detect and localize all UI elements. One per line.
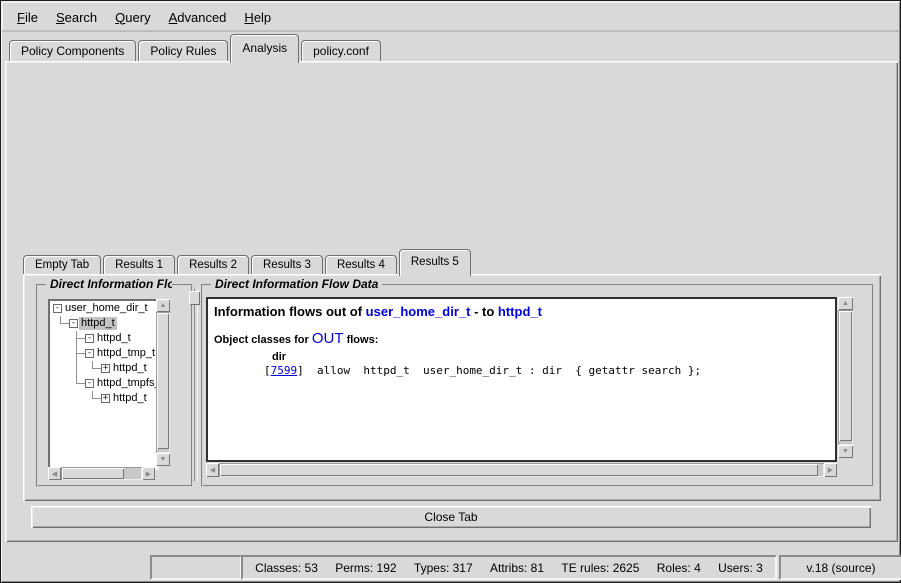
tab-results-5[interactable]: Results 5 (399, 249, 471, 276)
tree-toggle-icon[interactable]: + (101, 364, 110, 373)
flow-heading: Information flows out of user_home_dir_t… (214, 304, 835, 319)
tree-data-sash[interactable] (194, 289, 198, 481)
rule-body: allow httpd_t user_home_dir_t : dir { ge… (304, 364, 701, 377)
flow-heading-mid: - to (474, 304, 494, 319)
stat-types: Types: 317 (414, 561, 473, 575)
results-tab-bar: Empty Tab Results 1 Results 2 Results 3 … (23, 252, 473, 276)
rule-bracket: [ (264, 364, 271, 377)
policy-stats: Classes: 53 Perms: 192 Types: 317 Attrib… (248, 561, 770, 575)
flow-data-vscrollbar[interactable]: ▲ ▼ (838, 297, 853, 458)
flow-classes-suffix: flows: (347, 334, 379, 346)
arrow-left-icon[interactable]: ◀ (206, 463, 219, 477)
stat-te-rules: TE rules: 2625 (561, 561, 639, 575)
flow-direction-label: OUT (312, 330, 344, 347)
tree-node-label[interactable]: httpd_tmpfs_ (95, 377, 159, 390)
tab-results-2[interactable]: Results 2 (177, 255, 249, 274)
tab-results-1[interactable]: Results 1 (103, 255, 175, 274)
tree-node-label[interactable]: user_home_dir_t (63, 302, 150, 315)
stat-roles: Roles: 4 (657, 561, 701, 575)
tab-results-4[interactable]: Results 4 (325, 255, 397, 274)
flow-data-hscrollbar[interactable]: ◀ ▶ (206, 463, 837, 477)
flow-tree-vscrollbar[interactable]: ▲ ▼ (156, 299, 170, 466)
menu-file[interactable]: File (8, 7, 47, 28)
tree-toggle-icon[interactable]: - (85, 334, 94, 343)
object-class-name: dir (272, 351, 835, 363)
flow-tree: - user_home_dir_t - httpd_t - httpd_t - … (48, 299, 159, 470)
scrollbar-thumb[interactable] (157, 313, 169, 449)
flow-target-type: httpd_t (498, 304, 542, 319)
app-window: File Search Query Advanced Help Policy C… (0, 0, 901, 583)
tree-node-label[interactable]: httpd_t (95, 332, 133, 345)
status-version-box: v.18 (source) (779, 555, 901, 580)
tree-row: + httpd_t (50, 361, 157, 376)
tree-toggle-icon[interactable]: - (85, 349, 94, 358)
tab-policy-conf[interactable]: policy.conf (301, 40, 381, 61)
arrow-right-icon[interactable]: ▶ (142, 467, 155, 480)
scrollbar-thumb[interactable] (839, 311, 852, 441)
status-stats-box: Classes: 53 Perms: 192 Types: 317 Attrib… (241, 555, 777, 580)
flow-heading-prefix: Information flows out of (214, 304, 362, 319)
tab-policy-rules[interactable]: Policy Rules (138, 40, 228, 61)
tree-toggle-icon[interactable]: - (69, 319, 78, 328)
tree-row: - user_home_dir_t (50, 301, 157, 316)
tab-analysis[interactable]: Analysis (230, 34, 299, 63)
main-tab-bar: Policy Components Policy Rules Analysis … (9, 37, 383, 63)
tab-empty[interactable]: Empty Tab (23, 255, 101, 274)
tab-policy-components[interactable]: Policy Components (9, 40, 136, 61)
stat-users: Users: 3 (718, 561, 763, 575)
flow-classes-prefix: Object classes for (214, 334, 309, 346)
arrow-down-icon[interactable]: ▼ (156, 453, 170, 466)
scrollbar-thumb[interactable] (220, 464, 818, 476)
flow-tree-hscrollbar[interactable]: ◀ ▶ (48, 467, 155, 480)
tree-toggle-icon[interactable]: - (53, 304, 62, 313)
rule-number-link[interactable]: 7599 (271, 364, 298, 377)
flow-data-title: Direct Information Flow Data (211, 277, 382, 291)
tree-data-sash-grip[interactable] (189, 291, 200, 305)
flow-classes-line: Object classes for OUT flows: (214, 330, 835, 347)
rule-bracket: ] (297, 364, 304, 377)
arrow-down-icon[interactable]: ▼ (838, 445, 853, 458)
arrow-up-icon[interactable]: ▲ (838, 297, 853, 310)
flow-data-text[interactable]: Information flows out of user_home_dir_t… (206, 297, 837, 462)
menu-help[interactable]: Help (235, 7, 280, 28)
tree-toggle-icon[interactable]: + (101, 394, 110, 403)
stat-attribs: Attribs: 81 (490, 561, 544, 575)
tree-row: - httpd_tmpfs_ (50, 376, 157, 391)
menu-search[interactable]: Search (47, 7, 106, 28)
scrollbar-thumb[interactable] (62, 468, 124, 479)
stat-classes: Classes: 53 (255, 561, 318, 575)
tree-row: - httpd_t (50, 331, 157, 346)
arrow-left-icon[interactable]: ◀ (48, 467, 61, 480)
tree-node-label[interactable]: httpd_tmp_t (95, 347, 157, 360)
stat-perms: Perms: 192 (335, 561, 396, 575)
tree-node-label[interactable]: httpd_t (79, 317, 117, 330)
tree-row: - httpd_t (50, 316, 157, 331)
menu-bar: File Search Query Advanced Help (2, 2, 899, 32)
menu-advanced[interactable]: Advanced (160, 7, 236, 28)
allow-rule-line: [7599] allow httpd_t user_home_dir_t : d… (264, 364, 835, 377)
flow-tree-title: Direct Information Flow T (46, 277, 172, 291)
tree-toggle-icon[interactable]: - (85, 379, 94, 388)
arrow-right-icon[interactable]: ▶ (824, 463, 837, 477)
tab-results-3[interactable]: Results 3 (251, 255, 323, 274)
status-bar: Classes: 53 Perms: 192 Types: 317 Attrib… (2, 545, 899, 581)
menu-query[interactable]: Query (106, 7, 159, 28)
flow-source-type: user_home_dir_t (366, 304, 471, 319)
close-tab-button[interactable]: Close Tab (31, 506, 871, 528)
tree-node-label[interactable]: httpd_t (111, 362, 149, 375)
arrow-up-icon[interactable]: ▲ (156, 299, 170, 312)
policy-version-label: v.18 (source) (806, 561, 875, 575)
status-empty-box (150, 555, 242, 580)
tree-row: - httpd_tmp_t (50, 346, 157, 361)
tree-node-label[interactable]: httpd_t (111, 392, 149, 405)
tree-row: + httpd_t (50, 391, 157, 406)
